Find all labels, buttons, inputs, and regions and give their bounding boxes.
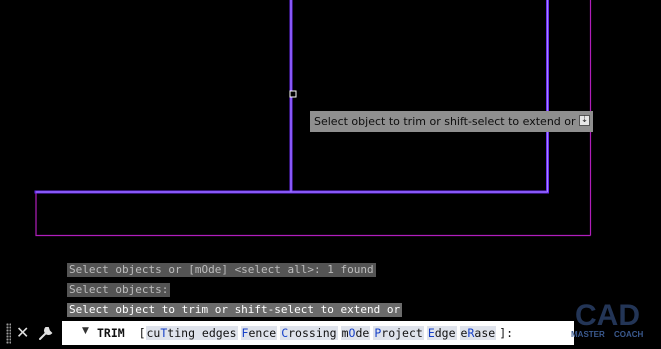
tooltip-arrow-icon[interactable]: ⇣: [579, 115, 590, 126]
command-option[interactable]: eRase: [459, 326, 497, 340]
command-option[interactable]: mOde: [340, 326, 371, 340]
command-option[interactable]: Fence: [240, 326, 278, 340]
command-history-dropdown-icon[interactable]: ▼: [82, 326, 89, 336]
command-prompt: TRIM [cuTting edges Fence Crossing mOde Proj…: [97, 321, 513, 345]
cad-master-coach-watermark: CAD MASTER COACH: [571, 299, 644, 339]
command-name: TRIM: [97, 326, 125, 340]
command-option[interactable]: cuTting edges: [145, 326, 238, 340]
command-options: cuTting edges Fence Crossing mOde Project Edg…: [145, 326, 500, 340]
history-line-3: Select object to trim or shift-select to…: [67, 303, 403, 317]
options-open-bracket: [: [138, 326, 146, 340]
wrench-icon[interactable]: [38, 322, 54, 347]
options-close-bracket: ]:: [499, 326, 514, 340]
dynamic-input-tooltip: Select object to trim or shift-select to…: [310, 111, 593, 132]
command-line-grip-handle[interactable]: [6, 323, 11, 344]
magenta-outline-bottom: [35, 193, 591, 237]
pickbox-cursor: [289, 90, 297, 98]
command-option[interactable]: Crossing: [280, 326, 338, 340]
tooltip-text: Select object to trim or shift-select to…: [314, 115, 576, 128]
history-line-1: Select objects or [mOde] <select all>: 1…: [67, 263, 376, 277]
command-option[interactable]: Edge: [426, 326, 457, 340]
close-icon[interactable]: ✕: [16, 322, 29, 344]
command-input[interactable]: ▼ TRIM [cuTting edges Fence Crossing mOde Pr…: [62, 321, 574, 345]
watermark-logo: CAD: [575, 299, 640, 332]
history-line-2: Select objects:: [67, 283, 171, 297]
watermark-line1: MASTER: [571, 330, 605, 339]
watermark-line2: COACH: [614, 330, 644, 339]
command-option[interactable]: Project: [373, 326, 424, 340]
